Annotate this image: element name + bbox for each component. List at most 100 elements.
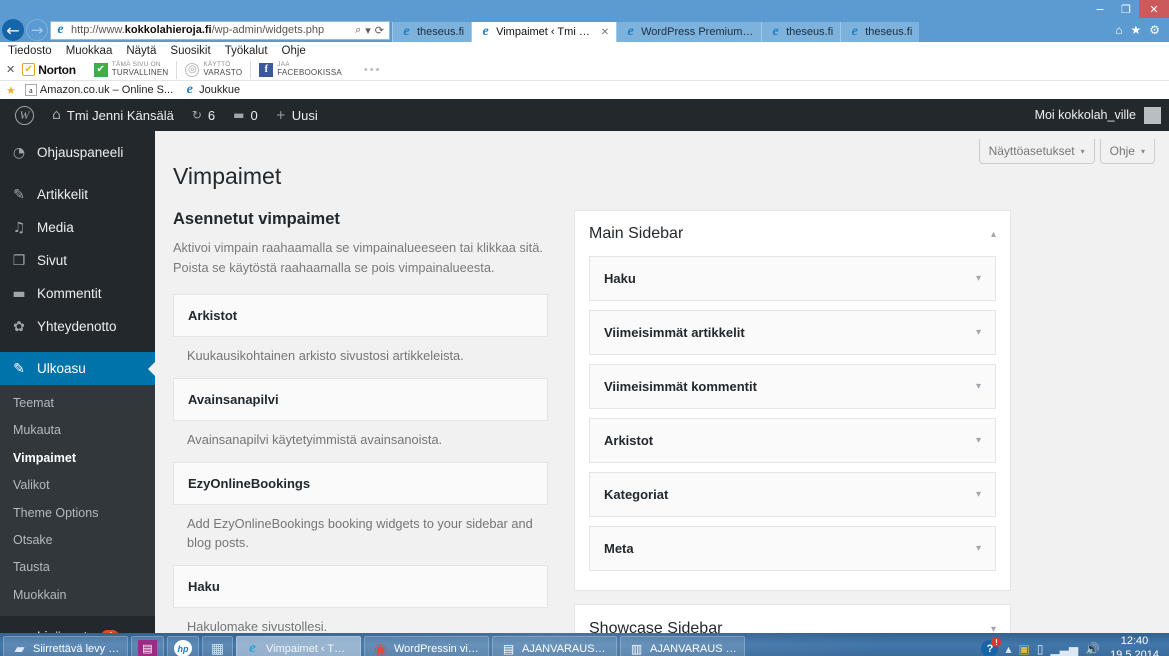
chevron-down-icon[interactable]: ▾ <box>976 381 981 392</box>
chevron-down-icon[interactable]: ▾ <box>976 543 981 554</box>
minimize-button[interactable]: − <box>1087 0 1113 18</box>
refresh-icon[interactable]: ⟳ <box>375 24 384 37</box>
security-shield-icon[interactable]: ▣ <box>1018 642 1029 656</box>
comments-button[interactable]: ▬ 0 <box>224 99 267 131</box>
ie-icon <box>624 26 637 39</box>
browser-tab[interactable]: theseus.fi <box>840 22 920 42</box>
widget-area: Main Sidebar ▴ Haku ▾ Viimeisimmät artikkeli… <box>574 210 1011 591</box>
show-hidden-icons-chevron[interactable]: ▴ <box>1005 642 1011 656</box>
taskbar-item[interactable]: hp <box>167 636 199 656</box>
search-icon[interactable]: ⌕ <box>355 24 361 37</box>
sidebar-item-media[interactable]: ♫ Media <box>0 211 155 244</box>
chevron-down-icon[interactable]: ▾ <box>976 273 981 284</box>
settings-gear-icon[interactable]: ⚙ <box>1149 23 1160 37</box>
favorites-star-icon[interactable]: ★ <box>6 84 16 97</box>
submenu-item-teemat[interactable]: Teemat <box>0 390 155 417</box>
assigned-widget[interactable]: Viimeisimmät kommentit ▾ <box>589 364 996 409</box>
available-widget[interactable]: Arkistot <box>173 293 548 337</box>
network-signal-icon[interactable]: ▁▃▅ <box>1050 642 1078 656</box>
assigned-widget[interactable]: Kategoriat ▾ <box>589 472 996 517</box>
assigned-widget[interactable]: Haku ▾ <box>589 256 996 301</box>
available-widget[interactable]: Avainsanapilvi <box>173 377 548 421</box>
tab-close-icon[interactable]: ✕ <box>601 27 609 38</box>
submenu-item-otsake[interactable]: Otsake <box>0 527 155 554</box>
taskbar-item[interactable]: ▥ AJANVARAUS LIIT... <box>620 636 745 656</box>
browser-tab[interactable]: theseus.fi <box>761 22 841 42</box>
widget-area-header[interactable]: Main Sidebar ▴ <box>589 211 996 256</box>
sidebar-item-plugins[interactable]: ⚯ Lisäosat 4 <box>0 620 155 633</box>
menu-työkalut[interactable]: Työkalut <box>225 45 268 57</box>
available-widget-description: Hakulomake sivustollesi. <box>187 619 328 633</box>
updates-button[interactable]: ↻ 6 <box>183 99 224 131</box>
taskbar-item[interactable]: ◉ WordPressin vim... <box>364 636 489 656</box>
back-button[interactable]: ← <box>2 19 24 41</box>
chevron-down-icon[interactable]: ▾ <box>991 624 996 634</box>
submenu-item-valikot[interactable]: Valikot <box>0 472 155 499</box>
favorite-item[interactable]: a Amazon.co.uk – Online S... <box>24 84 173 96</box>
safely-remove-icon[interactable]: ▯ <box>1037 642 1044 656</box>
norton-close-icon[interactable]: ✕ <box>6 63 15 76</box>
browser-tab-active[interactable]: Vimpaimet ‹ Tmi Jenni Kän... ✕ <box>471 22 617 42</box>
tab-label: theseus.fi <box>865 26 913 38</box>
favorites-bar: ★ aAmazon.co.uk – Online S... Joukkue <box>0 81 1169 99</box>
taskbar-item[interactable]: ▰ Siirrettävä levy (F:) <box>3 636 128 656</box>
favorite-item[interactable]: Joukkue <box>183 84 240 97</box>
taskbar-item[interactable]: ▦ <box>202 636 233 656</box>
taskbar-item-active[interactable]: e Vimpaimet ‹ Tmi ... <box>236 636 361 656</box>
taskbar-clock[interactable]: 12:40 19.5.2014 <box>1107 635 1159 656</box>
wp-logo-button[interactable]: W <box>6 99 43 131</box>
sidebar-item-artikkelit[interactable]: ✎ Artikkelit <box>0 178 155 211</box>
windows-taskbar: ▰ Siirrettävä levy (F:) ▤ hp ▦ e Vimpaimet ‹ T… <box>0 633 1169 656</box>
norton-brand[interactable]: ✔ Norton <box>22 63 76 77</box>
chevron-down-icon[interactable]: ▾ <box>976 327 981 338</box>
widget-area-header[interactable]: Showcase Sidebar ▾ <box>589 605 996 633</box>
assigned-widget[interactable]: Viimeisimmät artikkelit ▾ <box>589 310 996 355</box>
assigned-widget[interactable]: Meta ▾ <box>589 526 996 571</box>
taskbar-item[interactable]: ▤ AJANVARAUSJÄR... <box>492 636 617 656</box>
new-content-button[interactable]: + Uusi <box>267 99 327 131</box>
menu-ohje[interactable]: Ohje <box>282 45 306 57</box>
norton-toolbar-item[interactable]: ◎ KÄYTTÖ VARASTO <box>176 60 250 79</box>
account-menu[interactable]: Moi kokkolah_ville <box>1035 106 1169 124</box>
sidebar-item-ulkoasu[interactable]: ✎ Ulkoasu <box>0 352 155 385</box>
submenu-item-vimpaimet[interactable]: Vimpaimet <box>0 445 155 472</box>
chevron-up-icon[interactable]: ▴ <box>991 229 996 240</box>
menu-tiedosto[interactable]: Tiedosto <box>8 45 52 57</box>
sidebar-item-kommentit[interactable]: ▬ Kommentit <box>0 277 155 310</box>
sidebar-item-ohjauspaneeli[interactable]: ◔ Ohjauspaneeli <box>0 136 155 169</box>
forward-button[interactable]: → <box>26 19 48 41</box>
help-button[interactable]: Ohje ▾ <box>1099 139 1155 164</box>
chevron-down-icon[interactable]: ▾ <box>976 489 981 500</box>
sidebar-item-sivut[interactable]: ❐ Sivut <box>0 244 155 277</box>
available-widget[interactable]: Haku <box>173 565 548 609</box>
norton-more-icon[interactable]: ••• <box>364 64 382 76</box>
submenu-item-themeoptions[interactable]: Theme Options <box>0 500 155 527</box>
available-widget[interactable]: EzyOnlineBookings <box>173 462 548 506</box>
browser-tab[interactable]: theseus.fi <box>392 22 472 42</box>
norton-toolbar-item[interactable]: f JAA FACEBOOKISSA <box>250 60 350 79</box>
home-icon[interactable]: ⌂ <box>1115 23 1122 37</box>
volume-icon[interactable]: 🔊 <box>1085 642 1100 656</box>
chevron-down-icon[interactable]: ▾ <box>365 24 371 37</box>
pages-icon: ❐ <box>12 252 26 269</box>
site-name-button[interactable]: ⌂ Tmi Jenni Känsälä <box>43 99 183 131</box>
sidebar-item-yhteydenotto[interactable]: ✿ Yhteydenotto <box>0 310 155 343</box>
action-center-icon[interactable]: ? ! <box>981 637 1002 656</box>
maximize-button[interactable]: ❐ <box>1113 0 1139 18</box>
screen-options-button[interactable]: Näyttöasetukset ▾ <box>978 139 1095 164</box>
menu-suosikit[interactable]: Suosikit <box>170 45 210 57</box>
chevron-down-icon[interactable]: ▾ <box>976 435 981 446</box>
submenu-item-muokkain[interactable]: Muokkain <box>0 582 155 609</box>
close-button[interactable]: ✕ <box>1139 0 1169 18</box>
menu-muokkaa[interactable]: Muokkaa <box>66 45 113 57</box>
assigned-widget[interactable]: Arkistot ▾ <box>589 418 996 463</box>
menu-näytä[interactable]: Näytä <box>126 45 156 57</box>
norton-toolbar-item[interactable]: ✔ TÄMÄ SIVU ON TURVALLINEN <box>86 61 177 79</box>
address-bar[interactable]: http://www.kokkolahieroja.fi/wp-admin/wi… <box>50 20 390 40</box>
favorites-icon[interactable]: ★ <box>1130 23 1141 37</box>
submenu-item-tausta[interactable]: Tausta <box>0 554 155 581</box>
taskbar-item[interactable]: ▤ <box>131 636 164 656</box>
submenu-item-mukauta[interactable]: Mukauta <box>0 417 155 444</box>
browser-tab[interactable]: WordPress Premium Plugins <box>616 22 762 42</box>
wp-admin-bar: W ⌂ Tmi Jenni Känsälä ↻ 6 ▬ 0 + Uusi Moi… <box>0 99 1169 131</box>
